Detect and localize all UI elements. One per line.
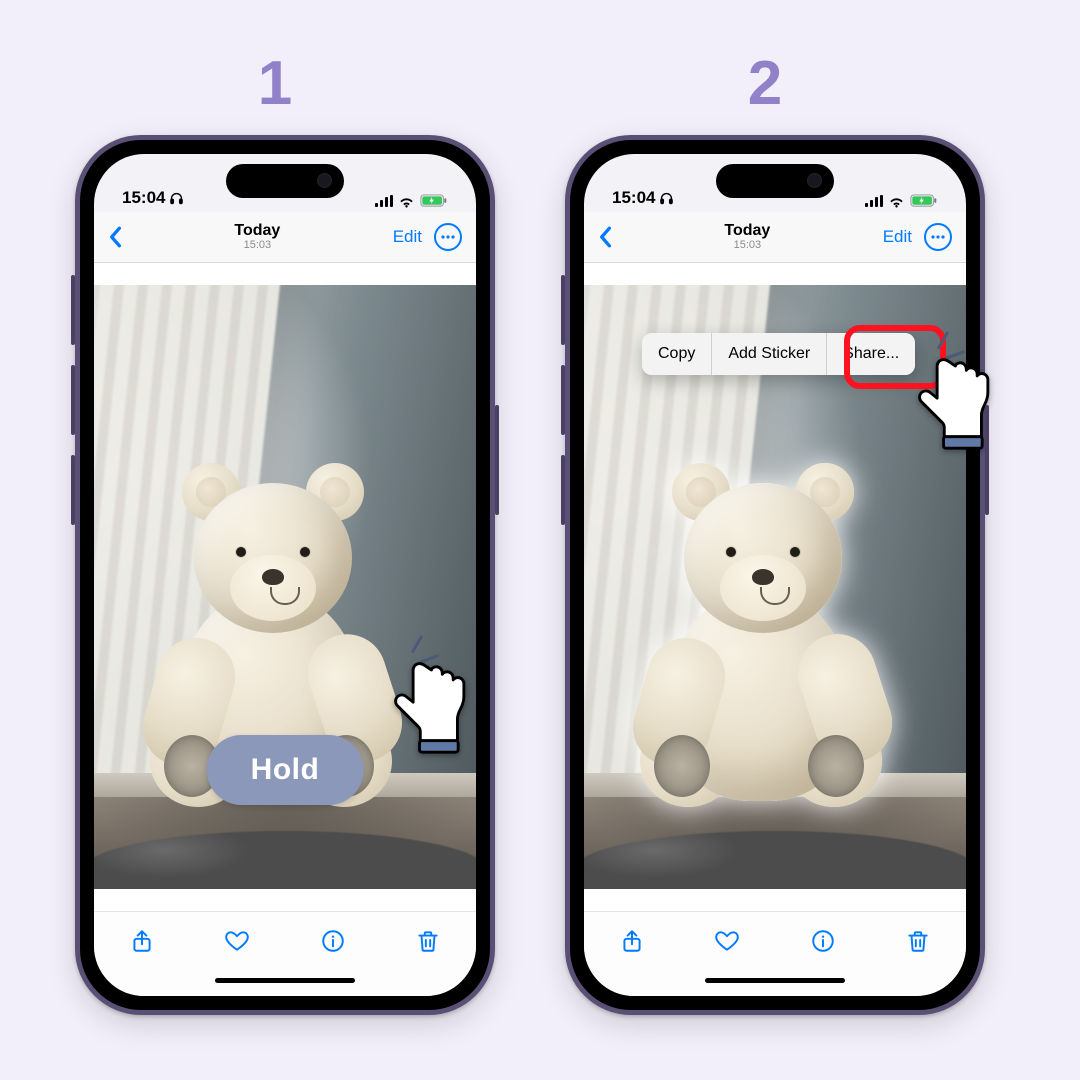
home-indicator[interactable] bbox=[94, 970, 476, 996]
teddy-bear-subject bbox=[610, 441, 910, 801]
step-number-2: 2 bbox=[735, 48, 795, 119]
context-add-sticker-button[interactable]: Add Sticker bbox=[711, 333, 826, 375]
favorite-button[interactable] bbox=[224, 928, 250, 954]
heart-icon bbox=[714, 928, 740, 954]
favorite-button[interactable] bbox=[714, 928, 740, 954]
wifi-icon bbox=[888, 195, 905, 208]
nav-title: Today bbox=[724, 223, 770, 240]
heart-icon bbox=[224, 928, 250, 954]
tap-spark-icon bbox=[377, 637, 437, 697]
cellular-icon bbox=[375, 195, 393, 207]
info-icon bbox=[320, 928, 346, 954]
photo-viewer[interactable] bbox=[94, 263, 476, 911]
edit-button[interactable]: Edit bbox=[883, 227, 912, 247]
share-icon bbox=[129, 928, 155, 954]
wifi-icon bbox=[398, 195, 415, 208]
status-time: 15:04 bbox=[122, 188, 165, 208]
chevron-left-icon bbox=[598, 226, 612, 248]
tap-spark-icon bbox=[903, 333, 963, 393]
share-button[interactable] bbox=[129, 928, 155, 954]
home-indicator[interactable] bbox=[584, 970, 966, 996]
hold-annotation: Hold bbox=[207, 735, 364, 805]
info-icon bbox=[810, 928, 836, 954]
dynamic-island bbox=[226, 164, 344, 198]
trash-icon bbox=[905, 928, 931, 954]
more-button[interactable] bbox=[924, 223, 952, 251]
nav-subtitle: 15:03 bbox=[724, 240, 770, 252]
context-copy-button[interactable]: Copy bbox=[642, 333, 711, 375]
bottom-toolbar bbox=[584, 911, 966, 970]
battery-icon bbox=[910, 194, 938, 208]
ellipsis-icon bbox=[441, 235, 455, 239]
nav-bar: Today 15:03 Edit bbox=[584, 212, 966, 263]
trash-icon bbox=[415, 928, 441, 954]
headphones-icon bbox=[659, 191, 674, 206]
headphones-icon bbox=[169, 191, 184, 206]
dynamic-island bbox=[716, 164, 834, 198]
context-share-button[interactable]: Share... bbox=[826, 333, 915, 375]
status-time: 15:04 bbox=[612, 188, 655, 208]
back-button[interactable] bbox=[598, 226, 612, 248]
share-button[interactable] bbox=[619, 928, 645, 954]
cellular-icon bbox=[865, 195, 883, 207]
context-menu: Copy Add Sticker Share... bbox=[642, 333, 915, 375]
share-icon bbox=[619, 928, 645, 954]
info-button[interactable] bbox=[810, 928, 836, 954]
phone-mockup-1: 15:04 Today 15:03 Edit bbox=[75, 135, 495, 1015]
chevron-left-icon bbox=[108, 226, 122, 248]
delete-button[interactable] bbox=[415, 928, 441, 954]
battery-icon bbox=[420, 194, 448, 208]
phone-mockup-2: 15:04 Today 15:03 Edit bbox=[565, 135, 985, 1015]
nav-title: Today bbox=[234, 223, 280, 240]
more-button[interactable] bbox=[434, 223, 462, 251]
edit-button[interactable]: Edit bbox=[393, 227, 422, 247]
info-button[interactable] bbox=[320, 928, 346, 954]
back-button[interactable] bbox=[108, 226, 122, 248]
ellipsis-icon bbox=[931, 235, 945, 239]
bottom-toolbar bbox=[94, 911, 476, 970]
delete-button[interactable] bbox=[905, 928, 931, 954]
nav-bar: Today 15:03 Edit bbox=[94, 212, 476, 263]
nav-subtitle: 15:03 bbox=[234, 240, 280, 252]
step-number-1: 1 bbox=[245, 48, 305, 119]
